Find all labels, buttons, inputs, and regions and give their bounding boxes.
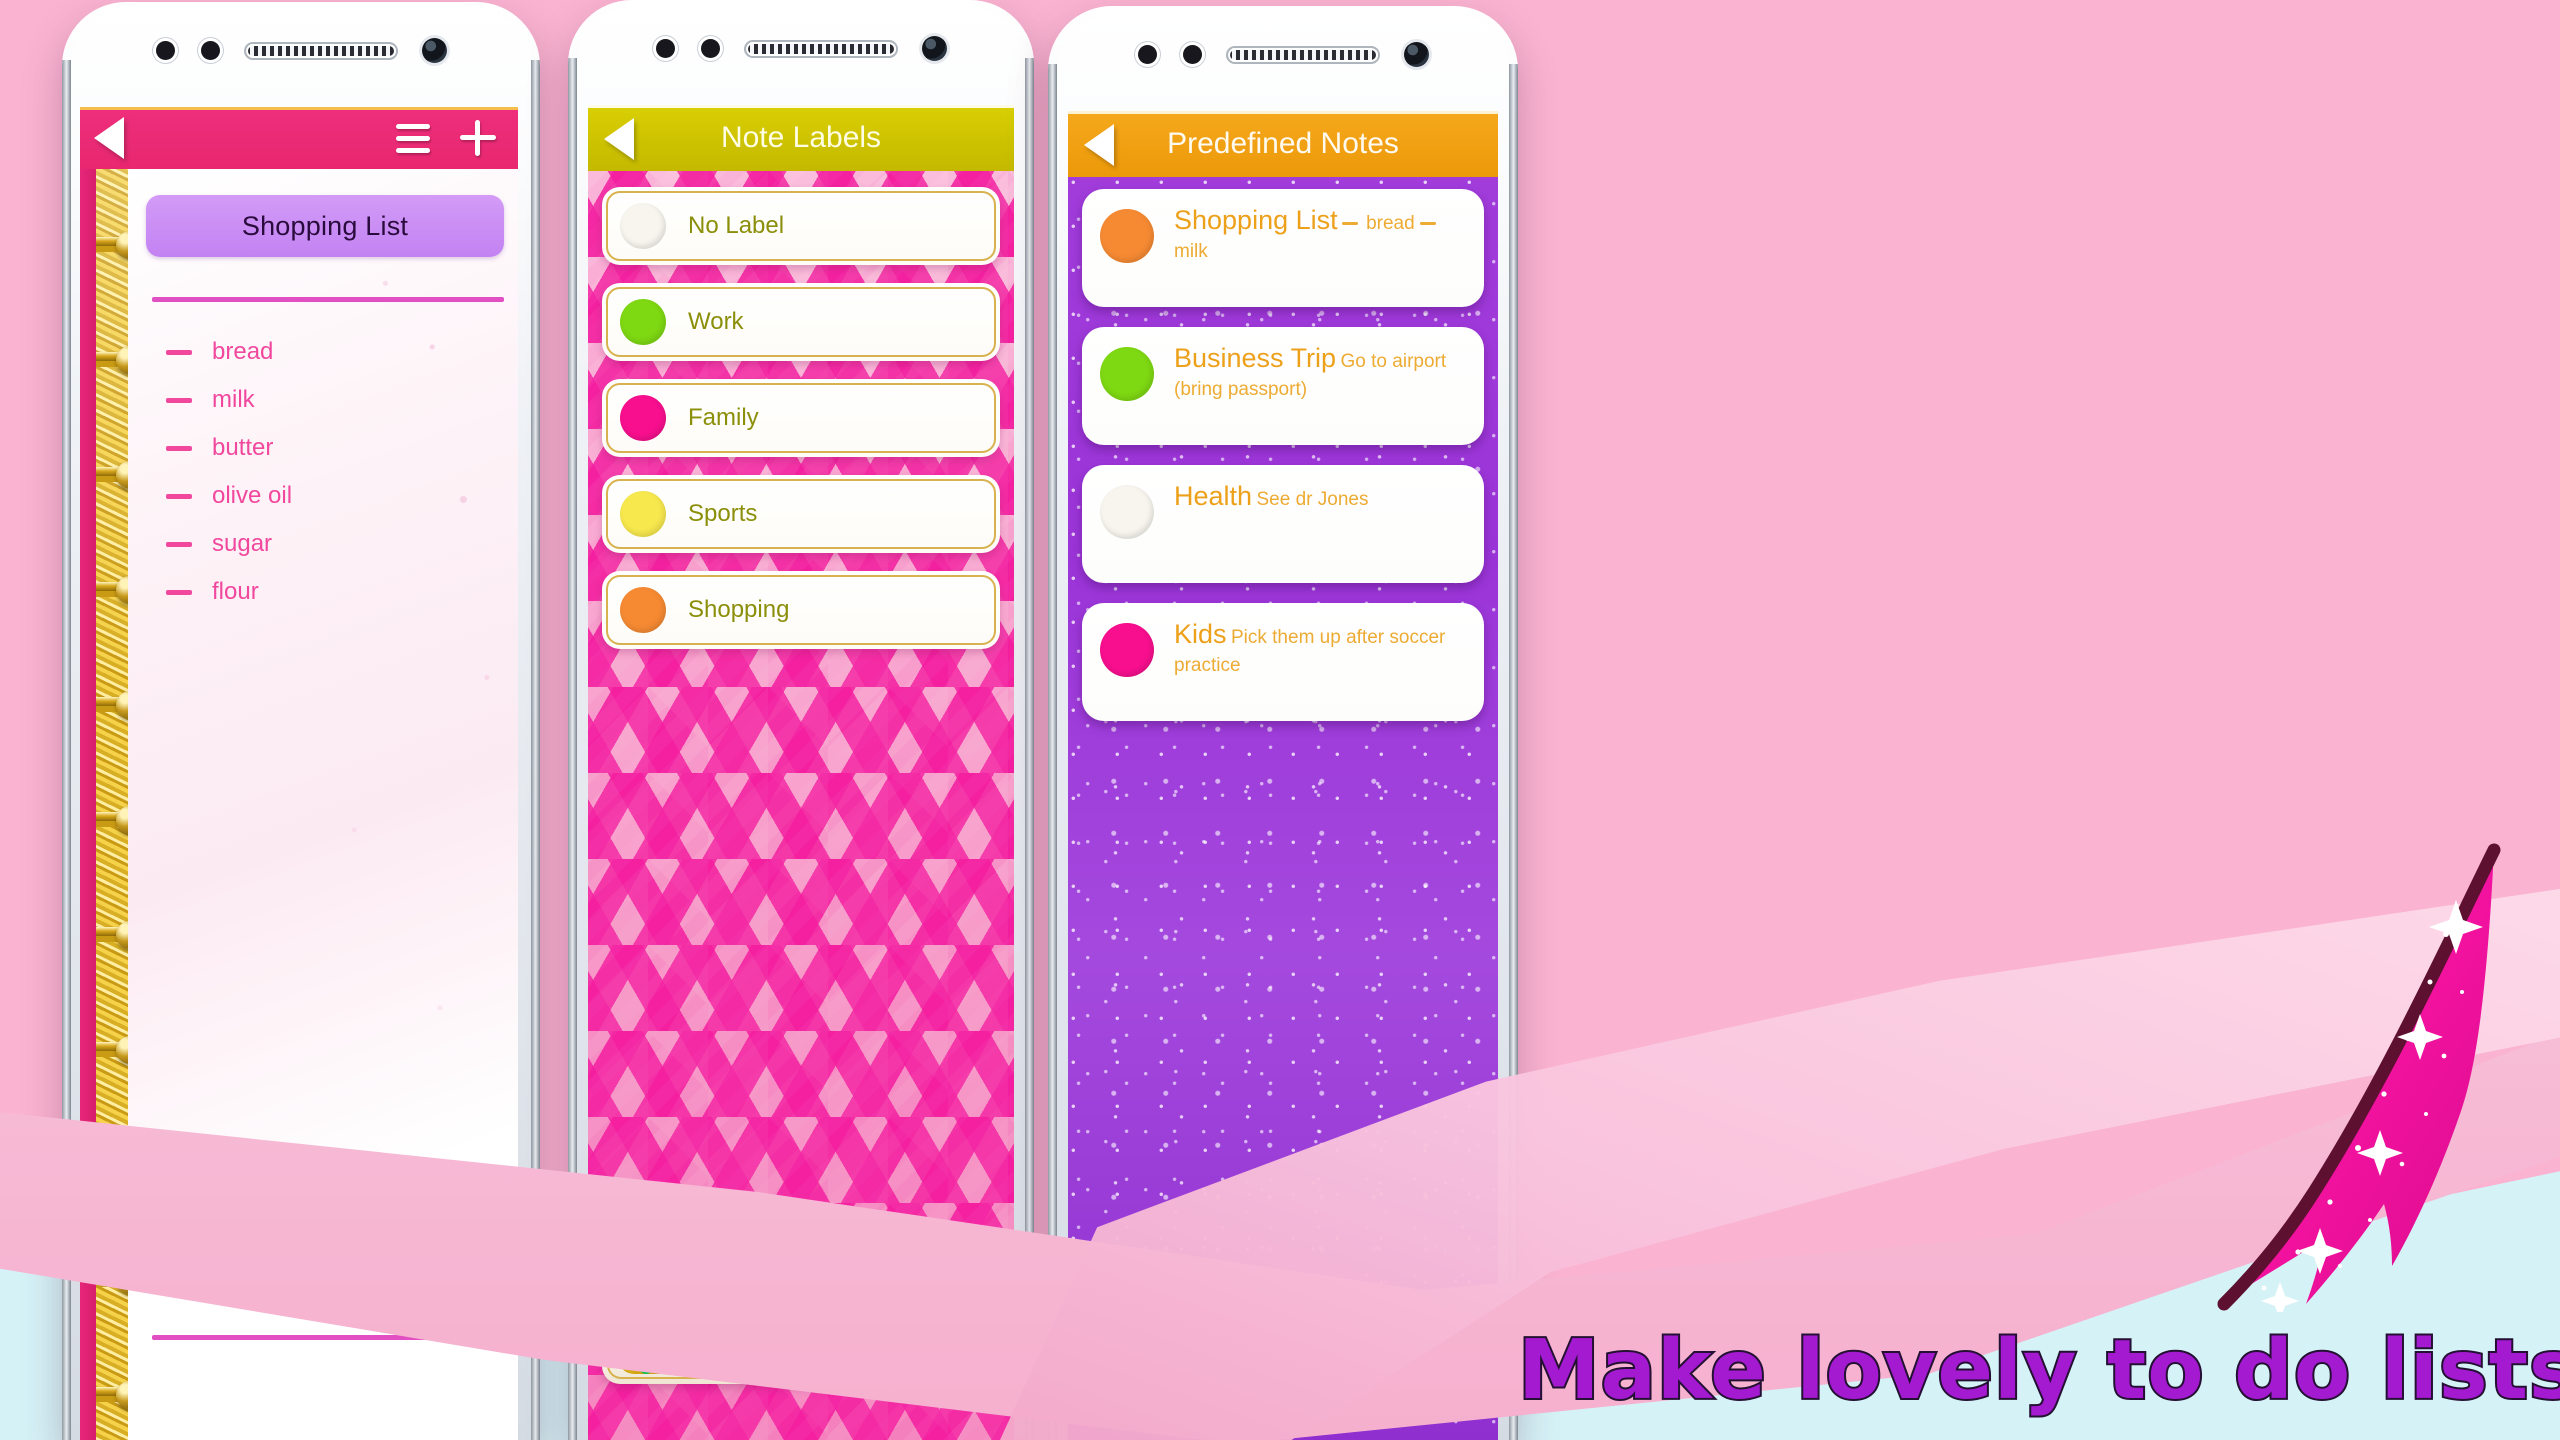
list-item[interactable]: sugar [166, 520, 518, 568]
light-sensor-icon [200, 41, 220, 60]
phone2-sensor-row [568, 36, 1034, 61]
light-sensor-icon [1182, 45, 1202, 64]
note-color-dot [1100, 485, 1154, 539]
page-title: Predefined Notes [1167, 127, 1399, 160]
note-content: Shopping List bread milk [1174, 205, 1468, 291]
list-item[interactable]: milk [166, 376, 518, 424]
phone1-appbar [80, 107, 518, 169]
label-color-dot [620, 203, 666, 249]
list-item[interactable]: Family [602, 379, 1000, 457]
label-name: Shopping [688, 596, 790, 623]
note-content: Kids Pick them up after soccer practice [1174, 619, 1468, 705]
hamburger-icon[interactable] [396, 123, 430, 153]
front-camera-icon [1403, 42, 1429, 67]
list-item[interactable]: Shopping List bread milk [1082, 189, 1484, 307]
list-item[interactable]: Kids Pick them up after soccer practice [1082, 603, 1484, 721]
note-title-field[interactable]: Shopping List [146, 195, 504, 257]
list-item[interactable]: Health See dr Jones [1082, 465, 1484, 583]
proximity-sensor-icon [1137, 45, 1157, 64]
list-item[interactable]: flour [166, 568, 518, 616]
note-content: Business Trip Go to airport (bring passp… [1174, 343, 1468, 429]
label-name: Sports [688, 500, 758, 527]
label-color-dot [620, 587, 666, 633]
list-item[interactable]: Sports [602, 475, 1000, 553]
list-item-label: sugar [212, 530, 273, 557]
proximity-sensor-icon [655, 39, 675, 58]
list-item-label: flour [212, 578, 259, 605]
phone3-left-edge [1048, 64, 1057, 1440]
note-line: See dr Jones [1256, 489, 1369, 510]
list-item[interactable]: bread [166, 328, 518, 376]
label-color-dot [620, 491, 666, 537]
plus-icon[interactable] [460, 120, 496, 156]
earpiece-speaker-icon [1227, 47, 1378, 62]
label-name: No Label [688, 212, 785, 239]
note-title: Business Trip [1174, 343, 1337, 373]
list-item[interactable]: No Label [602, 187, 1000, 265]
dash-icon [166, 493, 192, 499]
dash-icon [1419, 222, 1436, 226]
list-item-label: olive oil [212, 482, 293, 509]
note-color-dot [1100, 347, 1154, 401]
phone3-appbar: Predefined Notes [1068, 111, 1498, 177]
list-item-label: butter [212, 434, 274, 461]
dash-icon [166, 397, 192, 403]
glitter-feather-quill-icon [2217, 843, 2501, 1312]
note-content: Health See dr Jones [1174, 481, 1468, 567]
list-item[interactable]: butter [166, 424, 518, 472]
divider-top [152, 297, 504, 302]
label-color-dot [620, 395, 666, 441]
dash-icon [166, 589, 192, 595]
list-item[interactable]: Shopping [602, 571, 1000, 649]
note-title: Health [1174, 481, 1253, 511]
dash-icon [1342, 222, 1359, 226]
note-title: Kids [1174, 619, 1227, 649]
back-triangle-icon[interactable] [604, 118, 634, 160]
earpiece-speaker-icon [745, 41, 896, 56]
todo-list: bread milk butter olive oil sugar flour [128, 328, 518, 616]
front-camera-icon [921, 36, 947, 61]
front-camera-icon [421, 38, 447, 63]
dash-icon [166, 541, 192, 547]
note-title: Shopping List [1174, 205, 1338, 235]
back-triangle-icon[interactable] [94, 117, 124, 159]
label-list: No Label Work Family Sports Shopping [602, 181, 1000, 649]
earpiece-speaker-icon [245, 43, 396, 58]
list-item[interactable]: Work [602, 283, 1000, 361]
list-item-label: milk [212, 386, 255, 413]
list-item[interactable]: Business Trip Go to airport (bring passp… [1082, 327, 1484, 445]
phone2-appbar: Note Labels [588, 105, 1014, 171]
back-triangle-icon[interactable] [1084, 124, 1114, 166]
proximity-sensor-icon [155, 41, 175, 60]
label-name: Family [688, 404, 759, 431]
label-name: Work [688, 308, 744, 335]
note-color-dot [1100, 209, 1154, 263]
label-color-dot [620, 299, 666, 345]
list-item-label: bread [212, 338, 274, 365]
note-color-dot [1100, 623, 1154, 677]
light-sensor-icon [700, 39, 720, 58]
page-title: Note Labels [720, 121, 882, 154]
phone1-sensor-row [62, 38, 540, 63]
dash-icon [166, 445, 192, 451]
phone1-appbar-actions [396, 120, 496, 156]
phone3-sensor-row [1048, 42, 1518, 67]
note-line: bread [1342, 213, 1420, 234]
dash-icon [166, 349, 192, 355]
list-item[interactable]: olive oil [166, 472, 518, 520]
promo-tagline: Make lovely to do lists [1516, 1321, 2560, 1420]
